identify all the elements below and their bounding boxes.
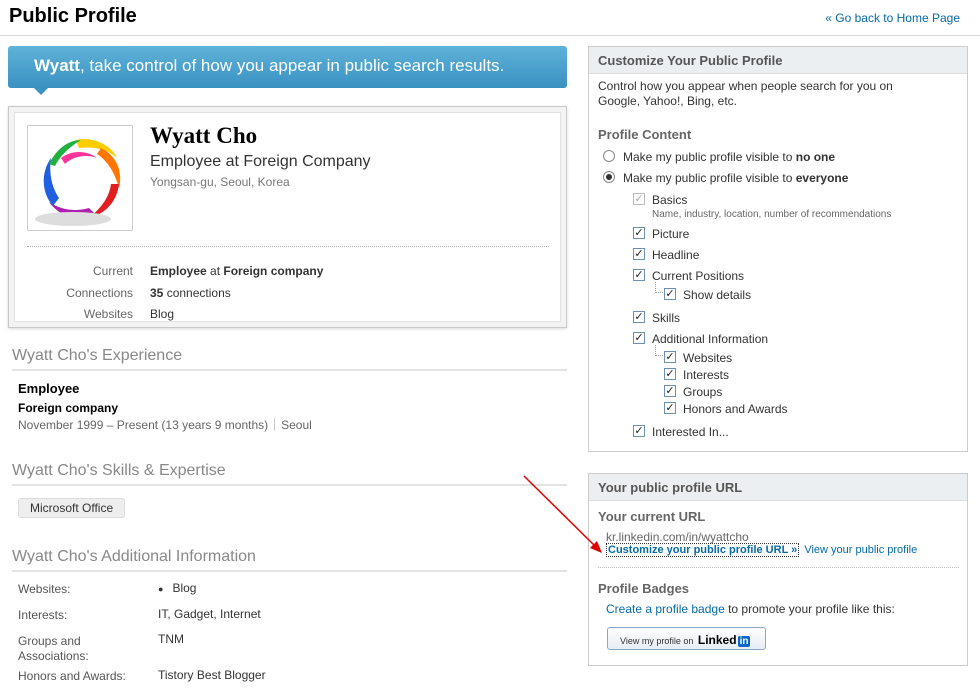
annotation-arrow	[523, 475, 602, 553]
